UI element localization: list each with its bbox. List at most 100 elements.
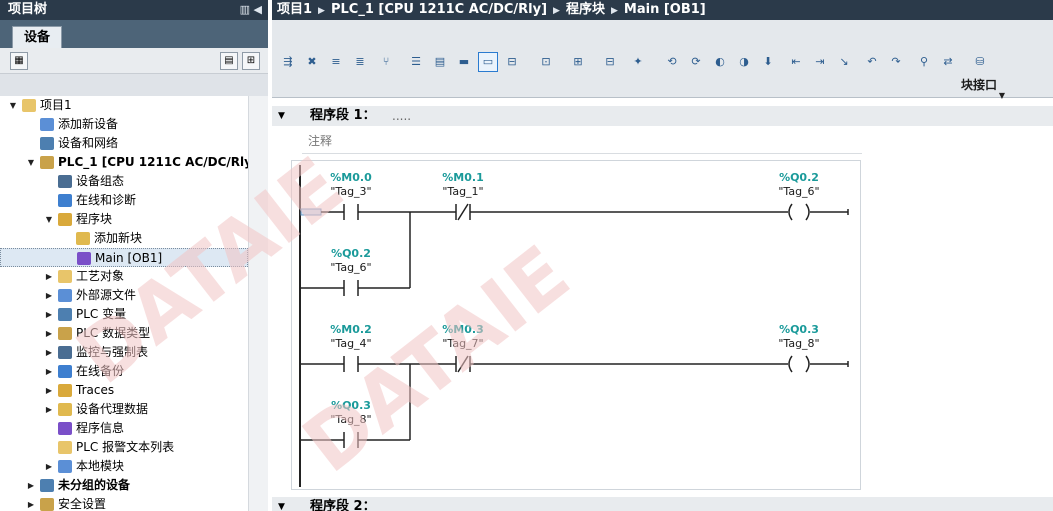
collapse-arrow-icon[interactable]: ▼ — [278, 497, 285, 511]
details-view-icon[interactable]: ▤ — [220, 52, 238, 70]
device-view-icon[interactable]: ▦ — [10, 52, 28, 70]
database-icon[interactable]: ⛁ — [970, 52, 990, 72]
operand-tag[interactable]: "Tag_1" — [442, 185, 483, 198]
tree-item[interactable]: Main [OB1] — [0, 248, 248, 267]
coil-q03[interactable] — [788, 355, 810, 373]
contact-no-m02[interactable] — [343, 356, 359, 372]
block-interface-label[interactable]: 块接口 — [961, 78, 997, 92]
chevron-down-icon[interactable]: ▼ — [999, 91, 1005, 100]
first-error-icon[interactable]: ⇤ — [786, 52, 806, 72]
tree-item[interactable]: 添加新设备 — [0, 115, 248, 134]
collapse-arrow-icon[interactable]: ▶ — [44, 381, 54, 400]
close-branch-icon[interactable]: ⊟ — [600, 52, 620, 72]
collapse-arrow-icon[interactable]: ▶ — [44, 305, 54, 324]
operand-address[interactable]: %Q0.3 — [779, 323, 819, 336]
tree-item[interactable]: ▶ 未分组的设备 — [0, 476, 248, 495]
tree-item[interactable]: ▶ PLC 变量 — [0, 305, 248, 324]
collapse-arrow-icon[interactable]: ▶ — [44, 286, 54, 305]
network-1-title-field[interactable]: ..... — [392, 106, 411, 126]
add-row-icon[interactable]: ≣ — [350, 52, 370, 72]
replace-icon[interactable]: ⇄ — [938, 52, 958, 72]
tree-item[interactable]: ▼ 程序块 — [0, 210, 248, 229]
collapse-arrow-icon[interactable]: ▶ — [26, 495, 36, 511]
operand-tag[interactable]: "Tag_6" — [330, 261, 371, 274]
back-icon[interactable]: ↶ — [862, 52, 882, 72]
tree-item[interactable]: ▶ 本地模块 — [0, 457, 248, 476]
collapse-arrow-icon[interactable]: ▶ — [44, 362, 54, 381]
tree-item[interactable]: ▶ 设备代理数据 — [0, 400, 248, 419]
contact-no-q02-branch[interactable] — [343, 280, 359, 296]
monitor-icon[interactable]: ◐ — [710, 52, 730, 72]
tree-item[interactable]: 添加新块 — [0, 229, 248, 248]
collapse-arrow-icon[interactable]: ▼ — [278, 106, 285, 126]
expand-arrow-icon[interactable]: ▼ — [26, 153, 36, 172]
operand-tag[interactable]: "Tag_4" — [330, 337, 371, 350]
breadcrumb-item-project[interactable]: 项目1 — [277, 2, 312, 17]
network-2-header[interactable]: ▼ 程序段 2： — [272, 497, 1053, 511]
tab-devices[interactable]: 设备 — [12, 26, 62, 48]
collapse-arrow-icon[interactable]: ▶ — [44, 324, 54, 343]
go-offline-icon[interactable]: ⟳ — [686, 52, 706, 72]
tree-item[interactable]: 程序信息 — [0, 419, 248, 438]
operand-tag[interactable]: "Tag_8" — [330, 413, 371, 426]
operand-address[interactable]: %Q0.2 — [779, 171, 819, 184]
tree-item[interactable]: 在线和诊断 — [0, 191, 248, 210]
delete-network-icon[interactable]: ✖ — [302, 52, 322, 72]
contact-no-m00[interactable] — [343, 204, 359, 220]
comment-toggle-icon[interactable]: ▭ — [478, 52, 498, 72]
insert-branch-icon[interactable]: ⑂ — [376, 52, 396, 72]
contact-nc-m03[interactable] — [455, 355, 471, 373]
tree-item[interactable]: ▼ 项目1 — [0, 96, 248, 115]
network-1-comment[interactable]: 注释 — [302, 130, 862, 154]
collapse-arrow-icon[interactable]: ▶ — [44, 457, 54, 476]
breadcrumb-item-blocks[interactable]: 程序块 — [566, 2, 605, 17]
insert-network-icon[interactable]: ⇶ — [278, 52, 298, 72]
go-online-icon[interactable]: ⟲ — [662, 52, 682, 72]
operand-address[interactable]: %Q0.3 — [331, 399, 371, 412]
collapse-arrow-icon[interactable]: ▶ — [44, 267, 54, 286]
favorites-icon[interactable]: ⊟ — [502, 52, 522, 72]
find-icon[interactable]: ⚲ — [914, 52, 934, 72]
open-branch-icon[interactable]: ⊞ — [568, 52, 588, 72]
monitor-all-icon[interactable]: ◑ — [734, 52, 754, 72]
collapse-arrow-icon[interactable]: ▶ — [44, 400, 54, 419]
expand-arrow-icon[interactable]: ▼ — [8, 96, 18, 115]
rung-cursor[interactable] — [300, 208, 322, 216]
collapse-networks-icon[interactable]: ▬ — [454, 52, 474, 72]
next-error-icon[interactable]: ⇥ — [810, 52, 830, 72]
panel-collapse-icons[interactable]: ▥ ◀ — [240, 0, 262, 20]
expand-arrow-icon[interactable]: ▼ — [44, 210, 54, 229]
operand-address[interactable]: %M0.3 — [442, 323, 483, 336]
contact-no-q03-branch[interactable] — [343, 432, 359, 448]
operand-tag[interactable]: "Tag_7" — [442, 337, 483, 350]
forward-icon[interactable]: ↷ — [886, 52, 906, 72]
breadcrumb-item-plc[interactable]: PLC_1 [CPU 1211C AC/DC/Rly] — [331, 2, 547, 17]
collapse-arrow-icon[interactable]: ▶ — [44, 343, 54, 362]
network-view-icon[interactable]: ▤ — [430, 52, 450, 72]
tree-item[interactable]: ▶ 外部源文件 — [0, 286, 248, 305]
tree-scrollbar[interactable] — [248, 96, 268, 511]
tree-item[interactable]: PLC 报警文本列表 — [0, 438, 248, 457]
tree-item[interactable]: ▶ PLC 数据类型 — [0, 324, 248, 343]
coil-q02[interactable] — [788, 203, 810, 221]
tree-item[interactable]: ▼ PLC_1 [CPU 1211C AC/DC/Rly] — [0, 153, 257, 172]
add-view-icon[interactable]: ⊞ — [242, 52, 260, 70]
operand-tag[interactable]: "Tag_3" — [330, 185, 371, 198]
tree-item[interactable]: ▶ 监控与强制表 — [0, 343, 248, 362]
wizard-icon[interactable]: ✦ — [628, 52, 648, 72]
network-1-header[interactable]: ▼ 程序段 1： ..... — [272, 106, 1053, 126]
operand-tag[interactable]: "Tag_8" — [778, 337, 819, 350]
operand-address[interactable]: %M0.1 — [442, 171, 483, 184]
tree-item[interactable]: ▶ 工艺对象 — [0, 267, 248, 286]
insert-box-icon[interactable]: ⊡ — [536, 52, 556, 72]
contact-nc-m01[interactable] — [455, 203, 471, 221]
collapse-arrow-icon[interactable]: ▶ — [26, 476, 36, 495]
operand-address[interactable]: %M0.2 — [330, 323, 371, 336]
download-icon[interactable]: ⬇ — [758, 52, 778, 72]
tree-item[interactable]: 设备和网络 — [0, 134, 248, 153]
absolute-operands-icon[interactable]: ☰ — [406, 52, 426, 72]
block-interface-bar[interactable]: 块接口 ▼ — [272, 78, 1053, 100]
operand-address[interactable]: %Q0.2 — [331, 247, 371, 260]
tree-item[interactable]: ▶ Traces — [0, 381, 248, 400]
tree-item[interactable]: 设备组态 — [0, 172, 248, 191]
